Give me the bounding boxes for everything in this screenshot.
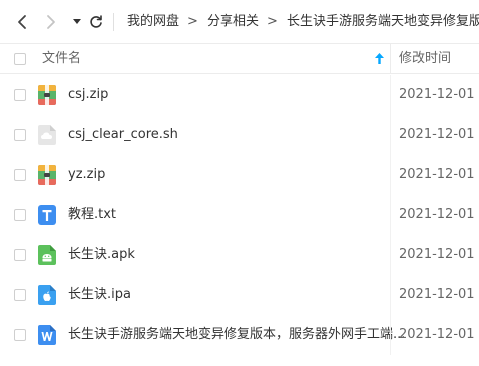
column-divider (390, 235, 391, 275)
file-list-header: 文件名 修改时间 (0, 44, 479, 74)
breadcrumb-separator: > (187, 14, 198, 29)
text-file-icon (38, 205, 56, 225)
toolbar-divider (113, 13, 114, 31)
chevron-right-icon (47, 15, 55, 29)
column-divider (390, 275, 391, 315)
cloud-file-icon (38, 125, 56, 145)
file-modified-time: 2021-12-01 16 (399, 87, 479, 102)
breadcrumb-my-drive[interactable]: 我的网盘 (127, 14, 179, 30)
file-row[interactable]: csj_clear_core.sh 2021-12-01 16 (0, 115, 479, 155)
refresh-icon (90, 15, 102, 28)
file-row[interactable]: 教程.txt 2021-12-01 16 (0, 195, 479, 235)
row-checkbox[interactable] (14, 289, 26, 301)
android-apk-icon (38, 245, 56, 265)
file-row[interactable]: 长生诀.ipa 2021-12-01 16 (0, 275, 479, 315)
column-divider (390, 75, 391, 115)
row-checkbox[interactable] (14, 169, 26, 181)
file-name[interactable]: csj.zip (68, 87, 108, 103)
file-row[interactable]: 长生诀.apk 2021-12-01 16 (0, 235, 479, 275)
zip-archive-icon (38, 85, 56, 105)
file-modified-time: 2021-12-01 16 (399, 247, 479, 262)
file-modified-time: 2021-12-01 16 (399, 127, 479, 142)
select-all-checkbox[interactable] (14, 53, 26, 65)
row-checkbox[interactable] (14, 209, 26, 221)
row-checkbox[interactable] (14, 329, 26, 341)
word-document-icon (38, 325, 56, 345)
file-name[interactable]: csj_clear_core.sh (68, 127, 178, 143)
forward-button[interactable] (42, 12, 60, 32)
breadcrumb-share-related[interactable]: 分享相关 (207, 14, 259, 30)
column-divider (390, 315, 391, 355)
file-modified-time: 2021-12-01 16 (399, 207, 479, 222)
file-row[interactable]: csj.zip 2021-12-01 16 (0, 75, 479, 115)
column-divider (390, 115, 391, 155)
file-modified-time: 2021-12-01 16 (399, 167, 479, 182)
column-header-modified[interactable]: 修改时间 (399, 51, 451, 67)
chevron-left-icon (18, 15, 26, 29)
file-row[interactable]: yz.zip 2021-12-01 16 (0, 155, 479, 195)
row-checkbox[interactable] (14, 249, 26, 261)
apple-ipa-icon (38, 285, 56, 305)
caret-down-icon (73, 19, 81, 24)
file-modified-time: 2021-12-01 16 (399, 287, 479, 302)
file-name[interactable]: 教程.txt (68, 207, 116, 223)
column-divider[interactable] (390, 44, 391, 73)
toolbar: 我的网盘 > 分享相关 > 长生诀手游服务端天地变异修复版本 (0, 0, 479, 44)
zip-archive-icon (38, 165, 56, 185)
row-checkbox[interactable] (14, 129, 26, 141)
back-button[interactable] (13, 12, 31, 32)
breadcrumb-current-folder[interactable]: 长生诀手游服务端天地变异修复版本 (287, 14, 479, 30)
breadcrumb-separator: > (267, 14, 278, 29)
file-name[interactable]: 长生诀.apk (68, 247, 135, 263)
file-name[interactable]: 长生诀.ipa (68, 287, 131, 303)
file-modified-time: 2021-12-01 16 (399, 327, 479, 342)
refresh-button[interactable] (87, 12, 105, 32)
column-header-name[interactable]: 文件名 (42, 51, 81, 67)
history-dropdown-button[interactable] (68, 12, 86, 32)
sort-ascending-icon[interactable] (375, 53, 384, 64)
row-checkbox[interactable] (14, 89, 26, 101)
column-divider (390, 155, 391, 195)
column-divider (390, 195, 391, 235)
file-row[interactable]: 长生诀手游服务端天地变异修复版本，服务器外网手工端... 2021-12-01 … (0, 315, 479, 355)
file-name[interactable]: 长生诀手游服务端天地变异修复版本，服务器外网手工端... (68, 327, 405, 343)
file-name[interactable]: yz.zip (68, 167, 105, 183)
